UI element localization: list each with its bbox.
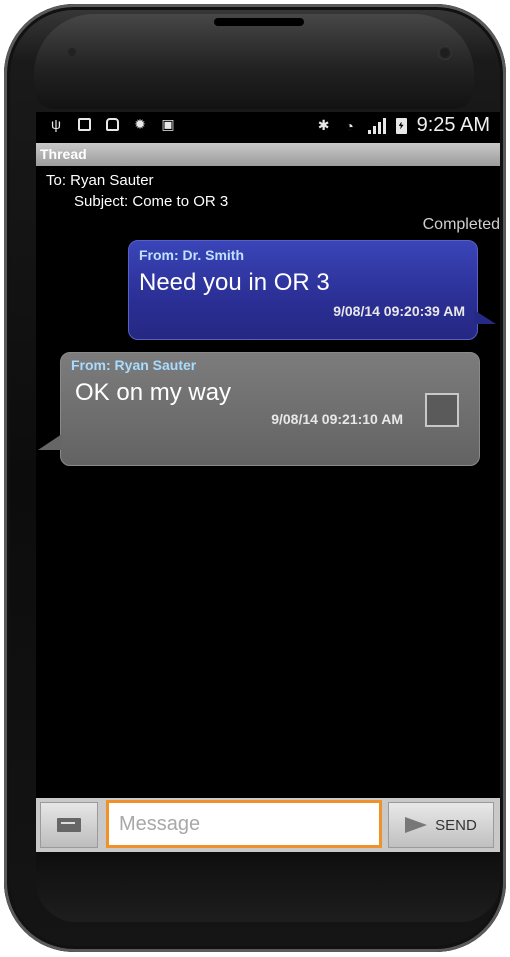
phone-bottom-bezel [36,852,500,922]
quick-message-button[interactable] [40,802,98,848]
signal-icon [367,117,386,134]
notification-icons: ψ ✹ ▣ [48,115,176,133]
page-title: Thread [40,146,87,162]
message-text: OK on my way [75,379,232,406]
send-icon [405,817,428,833]
message-composer: SEND [36,798,500,852]
recipient-line: To: Ryan Sauter [46,172,154,189]
android-icon: ✹ [134,115,146,132]
bluetooth-icon: ✱ [317,117,330,133]
send-label: SEND [435,816,477,834]
message-bubble-incoming[interactable]: From: Ryan Sauter OK on my way 9/08/14 0… [60,352,480,466]
phone-top-bezel [34,14,474,109]
message-text: Need you in OR 3 [139,269,330,296]
earpiece-speaker [214,18,304,26]
status-bar: ψ ✹ ▣ ✱ ◔ 9:25 AM [36,112,500,142]
usb-icon: ψ [51,116,61,132]
front-camera [438,46,452,60]
message-timestamp: 9/08/14 09:21:10 AM [271,411,403,427]
compose-icon [57,818,81,832]
message-sender: From: Dr. Smith [139,247,245,263]
title-bar: Thread [36,143,500,166]
acknowledge-checkbox[interactable] [425,393,459,427]
status-time: 9:25 AM [416,114,490,136]
proximity-sensor [68,48,76,56]
message-sender: From: Ryan Sauter [71,357,197,373]
bubble-tail [38,434,62,450]
bag-icon: ▣ [161,115,175,132]
battery-icon [395,117,407,134]
image-icon [76,116,92,132]
wifi-icon: ◔ [345,117,354,134]
message-bubble-outgoing[interactable]: From: Dr. Smith Need you in OR 3 9/08/14… [128,240,478,340]
bubble-tail [474,310,496,324]
subject-line: Subject: Come to OR 3 [74,193,229,210]
send-button[interactable]: SEND [388,802,494,848]
message-input[interactable] [106,800,382,848]
message-timestamp: 9/08/14 09:20:39 AM [333,303,465,319]
clipboard-icon [104,116,120,132]
screen: ψ ✹ ▣ ✱ ◔ 9:25 AM Thread To: Ryan Sauter… [36,112,500,852]
thread-status: Completed [422,216,500,233]
system-icons: ✱ ◔ 9:25 AM [316,114,490,137]
